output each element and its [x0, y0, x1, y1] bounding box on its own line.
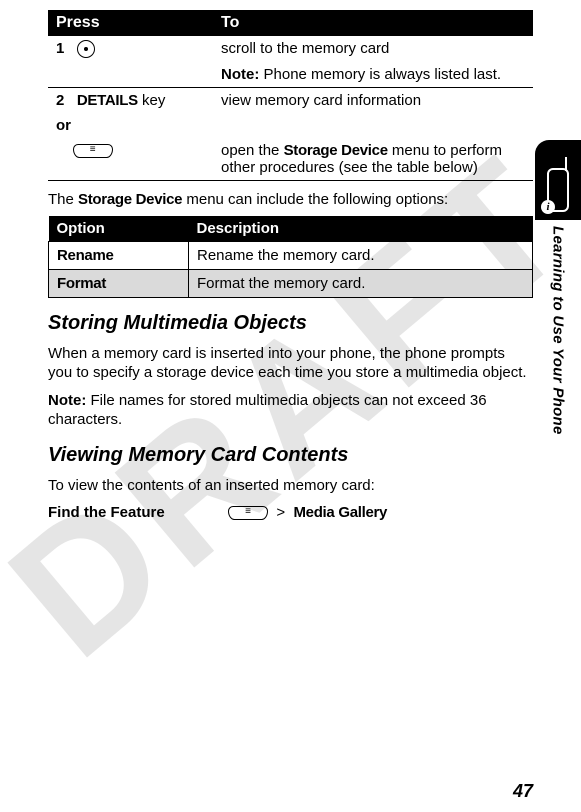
- table-row: or: [48, 113, 533, 138]
- to-cell: view memory card information: [213, 88, 533, 113]
- description-cell: Rename the memory card.: [189, 241, 533, 269]
- to-cell: scroll to the memory card: [213, 36, 533, 62]
- press-to-table: Press To 1 scroll to the memory card Not…: [48, 10, 533, 181]
- press-header: Press: [48, 10, 213, 36]
- storage-device-label: Storage Device: [78, 191, 182, 208]
- table-row: 1 scroll to the memory card: [48, 36, 533, 62]
- section-heading-storing: Storing Multimedia Objects: [48, 312, 533, 335]
- key-suffix: key: [138, 92, 166, 109]
- step-number: 1: [56, 40, 64, 57]
- note-text: File names for stored multimedia objects…: [48, 392, 487, 428]
- option-table: Option Description Rename Rename the mem…: [48, 216, 533, 298]
- table-row: Rename Rename the memory card.: [49, 241, 533, 269]
- find-label: Find the Feature: [48, 504, 198, 521]
- table-row: 2 DETAILS key view memory card informati…: [48, 88, 533, 113]
- storage-device-paragraph: The Storage Device menu can include the …: [48, 191, 533, 210]
- table-row: Format Format the memory card.: [49, 269, 533, 297]
- note-label: Note:: [221, 66, 259, 83]
- menu-key-icon: [73, 144, 113, 158]
- note-text: Phone memory is always listed last.: [264, 66, 502, 83]
- body-paragraph: When a memory card is inserted into your…: [48, 345, 533, 383]
- or-label: or: [56, 117, 71, 134]
- step-number: 2: [56, 92, 64, 109]
- section-heading-viewing: Viewing Memory Card Contents: [48, 444, 533, 467]
- table-row: Note: Phone memory is always listed last…: [48, 62, 533, 88]
- table-row: open the Storage Device menu to perform …: [48, 138, 533, 181]
- media-gallery-label: Media Gallery: [293, 504, 387, 521]
- text: menu can include the following options:: [182, 191, 448, 208]
- page-content: Press To 1 scroll to the memory card Not…: [0, 0, 581, 812]
- option-cell: Rename: [49, 241, 189, 269]
- text: The: [48, 191, 78, 208]
- option-header: Option: [49, 216, 189, 242]
- to-header: To: [213, 10, 533, 36]
- menu-key-icon: [228, 506, 268, 520]
- find-the-feature-row: Find the Feature > Media Gallery: [48, 504, 533, 521]
- dpad-icon: [77, 40, 95, 58]
- description-header: Description: [189, 216, 533, 242]
- note-paragraph: Note: File names for stored multimedia o…: [48, 392, 533, 430]
- body-paragraph: To view the contents of an inserted memo…: [48, 477, 533, 496]
- option-cell: Format: [49, 269, 189, 297]
- details-key-label: DETAILS: [77, 92, 138, 109]
- to-text: open the: [221, 142, 284, 159]
- arrow: >: [276, 504, 285, 521]
- note-label: Note:: [48, 392, 86, 409]
- storage-device-label: Storage Device: [284, 142, 388, 159]
- description-cell: Format the memory card.: [189, 269, 533, 297]
